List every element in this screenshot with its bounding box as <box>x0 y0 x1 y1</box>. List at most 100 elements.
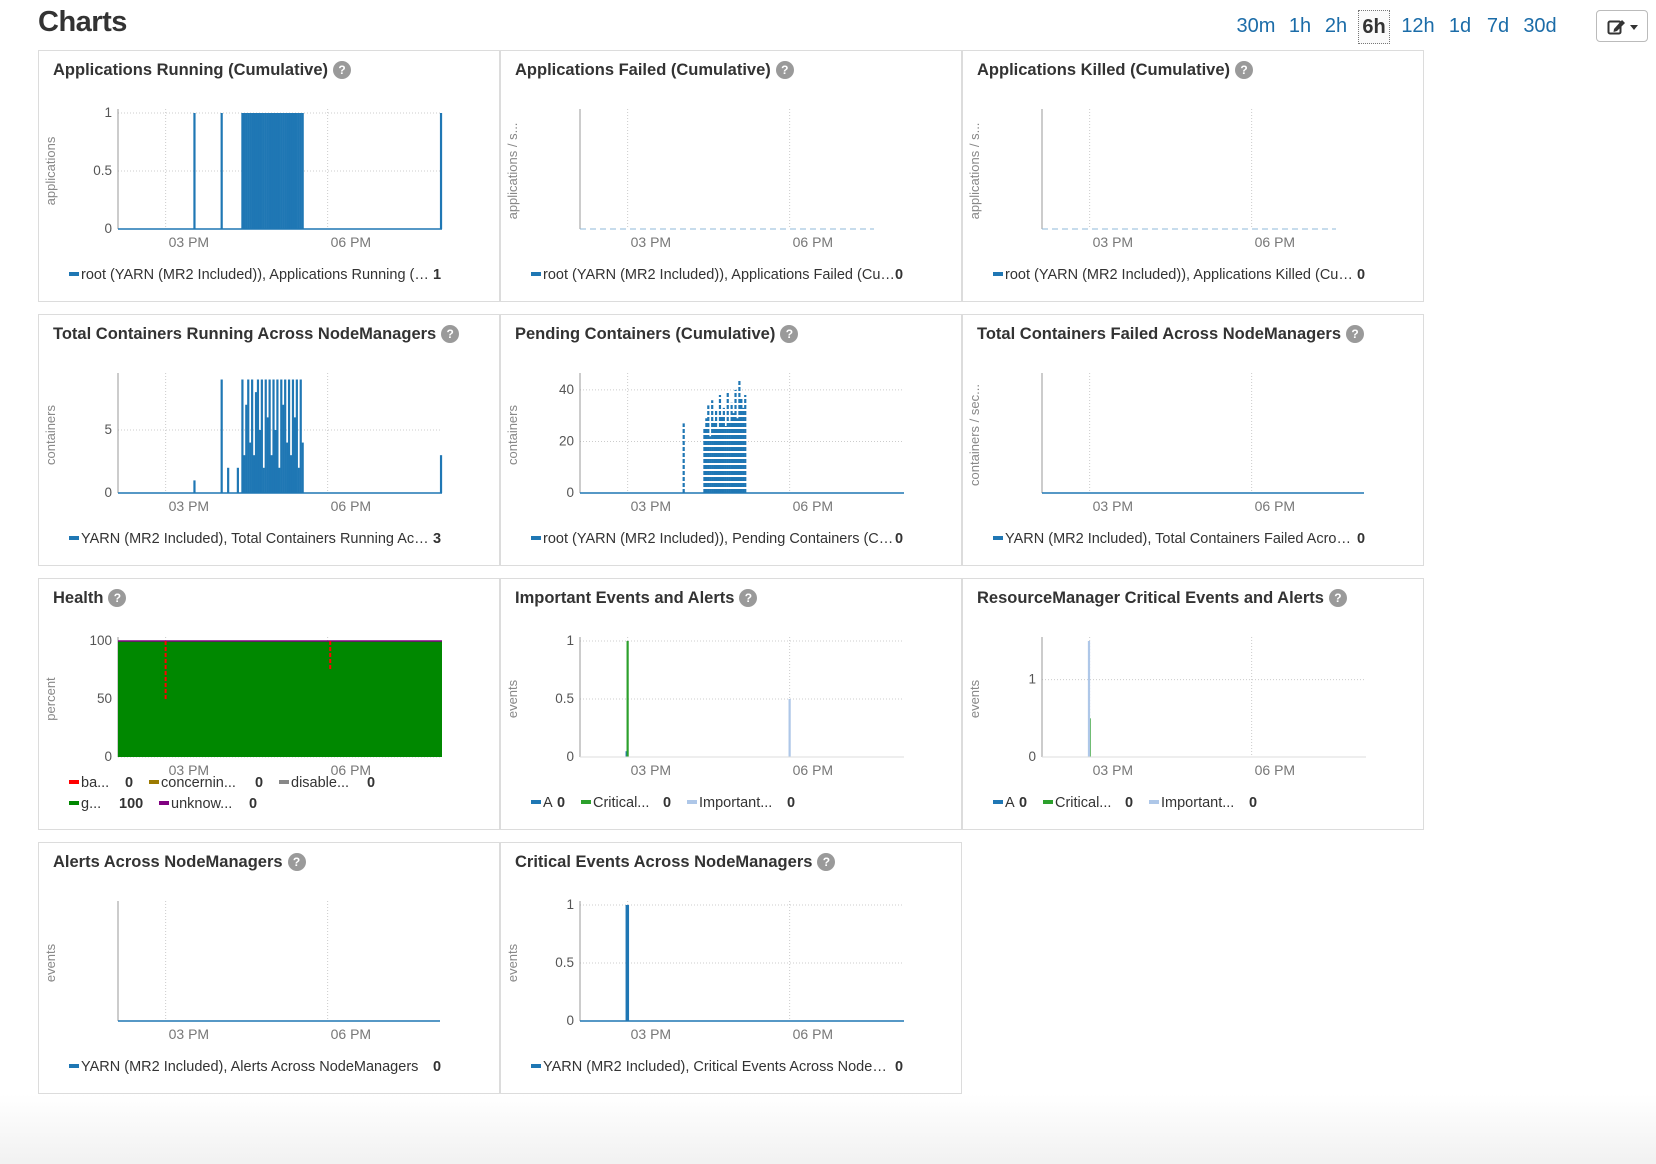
time-range-1h[interactable]: 1h <box>1286 10 1314 44</box>
legend-label: Important... <box>1161 795 1235 811</box>
legend-value: 1 <box>433 267 442 283</box>
y-axis-label: events <box>967 679 982 718</box>
time-range-30d[interactable]: 30d <box>1520 10 1560 44</box>
legend-value: 0 <box>557 795 566 811</box>
legend-swatch <box>581 800 591 804</box>
x-tick-label: 06 PM <box>331 1026 371 1042</box>
y-axis-label: events <box>505 943 520 982</box>
legend-item[interactable]: Critical... 0 <box>581 793 671 814</box>
legend-row: root (YARN (MR2 Included)), Applications… <box>993 265 1413 286</box>
y-tick-label: 40 <box>559 382 574 397</box>
legend-label: A <box>1005 795 1015 811</box>
y-axis-label: events <box>505 679 520 718</box>
legend-label: disable... <box>291 775 350 791</box>
page-title: Charts <box>38 6 127 38</box>
y-tick-label: 1 <box>566 633 574 648</box>
y-tick-label: 0 <box>566 749 574 764</box>
legend-value: 0 <box>895 531 904 547</box>
chart-legend: YARN (MR2 Included), Alerts Across NodeM… <box>69 1057 489 1078</box>
chart-card-total-containers-running-across-nodemanagers: Total Containers Running Across NodeMana… <box>38 314 500 566</box>
x-tick-label: 06 PM <box>793 234 833 250</box>
legend-item[interactable]: A0 <box>993 793 1027 814</box>
y-axis-label: applications / s... <box>505 123 520 220</box>
legend-row: YARN (MR2 Included), Total Containers Ru… <box>69 529 489 550</box>
x-tick-label: 06 PM <box>1255 234 1295 250</box>
legend-label: ba... <box>81 775 110 791</box>
x-tick-label: 06 PM <box>331 234 371 250</box>
chart-plot: percent10050003 PM 06 PM <box>43 633 442 778</box>
chart-legend: YARN (MR2 Included), Critical Events Acr… <box>531 1057 951 1078</box>
legend-item[interactable]: YARN (MR2 Included), Total Containers Fa… <box>993 529 1365 550</box>
legend-row: g... 100 unknow... 0 <box>69 794 489 815</box>
legend-item[interactable]: root (YARN (MR2 Included)), Applications… <box>69 265 441 286</box>
legend-item[interactable]: ba... 0 <box>69 773 133 794</box>
time-range-2h[interactable]: 2h <box>1322 10 1350 44</box>
legend-label: Critical... <box>593 795 650 811</box>
chart-legend: A 0 Critical... 0 Important... 0 <box>993 793 1413 814</box>
chart-legend: A 0 Critical... 0 Important... 0 <box>531 793 951 814</box>
legend-value: 0 <box>663 795 672 811</box>
legend-label: root (YARN (MR2 Included)), Applications… <box>1005 267 1357 283</box>
legend-row: YARN (MR2 Included), Total Containers Fa… <box>993 529 1413 550</box>
legend-label: root (YARN (MR2 Included)), Pending Cont… <box>543 531 895 547</box>
y-tick-label: 1 <box>104 105 112 120</box>
legend-item[interactable]: Important... 0 <box>687 793 795 814</box>
time-range-7d[interactable]: 7d <box>1484 10 1512 44</box>
legend-row: root (YARN (MR2 Included)), Applications… <box>531 265 951 286</box>
legend-item[interactable]: Critical... 0 <box>1043 793 1133 814</box>
chart-card-pending-containers-cumulative: Pending Containers (Cumulative)? containe… <box>500 314 962 566</box>
legend-swatch <box>149 780 159 784</box>
legend-item[interactable]: Important... 0 <box>1149 793 1257 814</box>
legend-item[interactable]: root (YARN (MR2 Included)), Pending Cont… <box>531 529 903 550</box>
time-range-12h[interactable]: 12h <box>1398 10 1438 44</box>
x-tick-label: 06 PM <box>793 1026 833 1042</box>
legend-item[interactable]: unknow... 0 <box>159 794 257 815</box>
chart-plot: events 1 0 03 PM 06 PM <box>967 637 1366 778</box>
legend-item[interactable]: YARN (MR2 Included), Critical Events Acr… <box>531 1057 903 1078</box>
y-tick-label: 1 <box>1028 672 1036 687</box>
legend-swatch <box>531 272 541 276</box>
time-range-30m[interactable]: 30m <box>1236 10 1276 44</box>
chart-legend: ba... 0 concernin... 0 disable... 0 g... 100 unk… <box>69 773 489 815</box>
legend-swatch <box>993 272 1003 276</box>
time-range-1d[interactable]: 1d <box>1446 10 1474 44</box>
y-tick-label: 50 <box>97 691 112 706</box>
legend-row: root (YARN (MR2 Included)), Pending Cont… <box>531 529 951 550</box>
chart-legend: YARN (MR2 Included), Total Containers Fa… <box>993 529 1413 550</box>
x-tick-label: 03 PM <box>1093 234 1133 250</box>
y-tick-label: 0 <box>104 221 112 236</box>
legend-item[interactable]: root (YARN (MR2 Included)), Applications… <box>531 265 903 286</box>
time-range-6h[interactable]: 6h <box>1358 10 1390 44</box>
legend-item[interactable]: YARN (MR2 Included), Total Containers Ru… <box>69 529 441 550</box>
legend-item[interactable]: YARN (MR2 Included), Alerts Across NodeM… <box>69 1057 441 1078</box>
x-tick-label: 03 PM <box>631 762 671 778</box>
chart-plot: containers / sec... 03 PM 06 PM <box>967 373 1364 514</box>
legend-row: A 0 Critical... 0 Important... 0 <box>531 793 951 814</box>
y-axis-label: applications <box>43 136 58 205</box>
legend-label: unknow... <box>171 796 233 812</box>
legend-swatch <box>69 801 79 805</box>
x-tick-label: 06 PM <box>793 498 833 514</box>
bottom-fade <box>0 1094 1656 1164</box>
y-tick-label: 0 <box>104 749 112 764</box>
chart-legend: root (YARN (MR2 Included)), Applications… <box>993 265 1413 286</box>
legend-swatch <box>687 800 697 804</box>
edit-icon <box>1607 20 1638 35</box>
legend-item[interactable]: g... 100 <box>69 794 143 815</box>
chart-plot: applications 1 0.5 0 03 PM 06 PM <box>43 105 443 250</box>
chart-legend: root (YARN (MR2 Included)), Pending Cont… <box>531 529 951 550</box>
legend-value: 100 <box>119 796 144 812</box>
legend-swatch <box>531 1064 541 1068</box>
legend-label: Critical... <box>1055 795 1112 811</box>
legend-item[interactable]: A0 <box>531 793 565 814</box>
chart-plot: events 1 0.5 0 03 PM 06 PM <box>505 633 904 778</box>
legend-label: root (YARN (MR2 Included)), Applications… <box>81 267 433 283</box>
legend-item[interactable]: root (YARN (MR2 Included)), Applications… <box>993 265 1365 286</box>
legend-row: ba... 0 concernin... 0 disable... 0 <box>69 773 489 794</box>
chart-card-important-events-and-alerts: Important Events and Alerts? events 1 0.5 0 0… <box>500 578 962 830</box>
legend-item[interactable]: disable... 0 <box>279 773 375 794</box>
chart-settings-button[interactable] <box>1596 10 1648 42</box>
legend-value: 0 <box>433 1059 442 1075</box>
legend-item[interactable]: concernin... 0 <box>149 773 263 794</box>
x-tick-label: 06 PM <box>1255 762 1295 778</box>
